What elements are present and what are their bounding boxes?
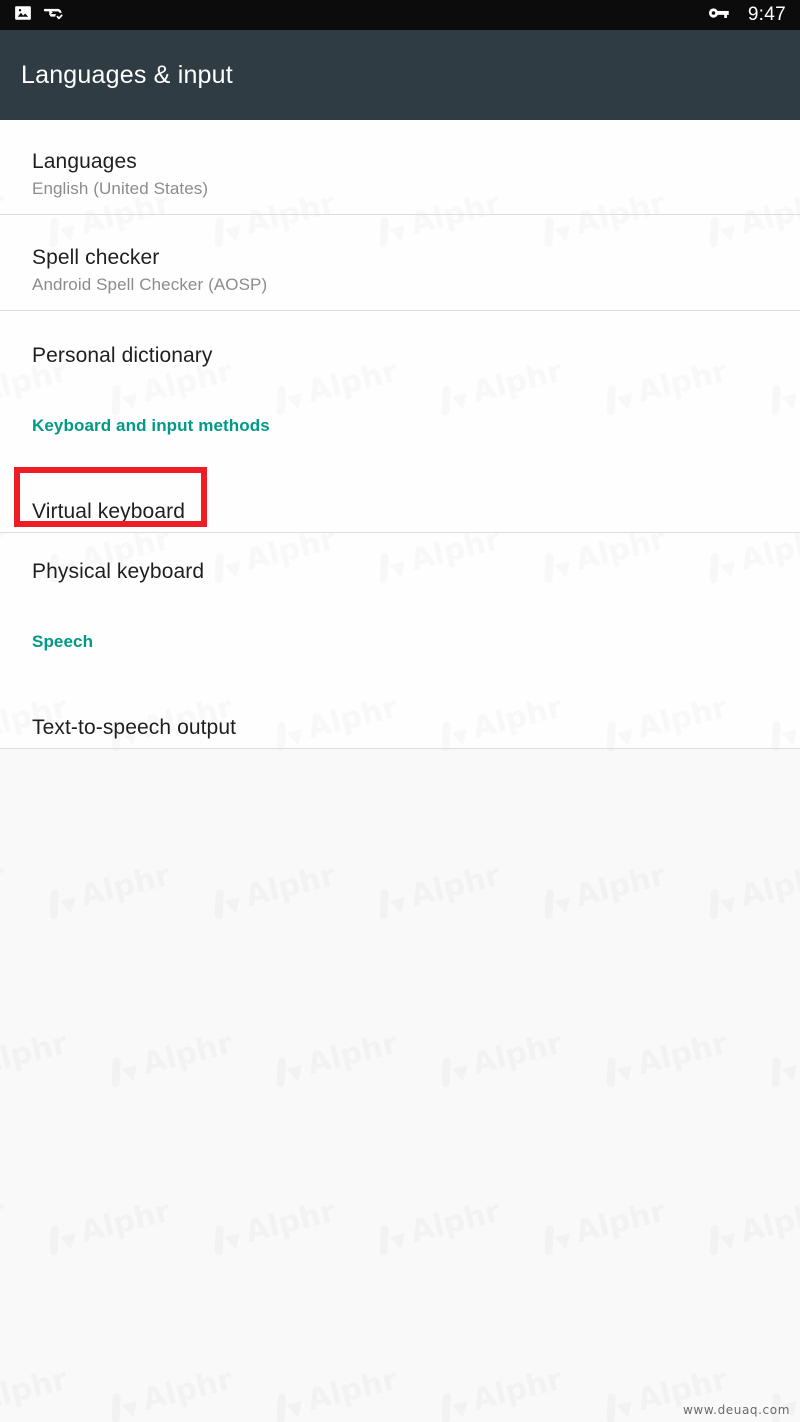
list-item-title: Personal dictionary [32, 344, 213, 367]
list-item-title: Virtual keyboard [32, 500, 185, 523]
status-bar-right-icons: 9:47 [708, 4, 786, 26]
footer-credit: www.deuaq.com [683, 1403, 790, 1417]
list-item-subtitle: English (United States) [32, 178, 209, 198]
divider [0, 310, 800, 311]
android-settings-screen: AlphrAlphrAlphrAlphrAlphrAlphrAlphrAlphr… [0, 0, 800, 1422]
section-header-speech: Speech [32, 632, 94, 651]
list-item-physical-keyboard[interactable]: Physical keyboard [0, 542, 800, 602]
list-item-title: Spell checker [32, 245, 160, 269]
settings-list: Languages English (United States) Spell … [0, 120, 800, 1422]
usb-transfer-icon [43, 4, 65, 27]
divider [0, 532, 800, 533]
list-item-spell-checker[interactable]: Spell checker Android Spell Checker (AOS… [0, 230, 800, 310]
app-bar: Languages & input [0, 30, 800, 120]
list-item-languages[interactable]: Languages English (United States) [0, 134, 800, 214]
section-header-keyboard-and-input-methods: Keyboard and input methods [32, 416, 270, 435]
screenshot-icon [14, 4, 32, 27]
status-bar: 9:47 [0, 0, 800, 30]
list-item-subtitle: Android Spell Checker (AOSP) [32, 274, 268, 294]
list-item-title: Languages [32, 149, 137, 173]
list-item-text-to-speech-output[interactable]: Text-to-speech output [0, 698, 800, 758]
page-title: Languages & input [21, 60, 233, 89]
list-item-personal-dictionary[interactable]: Personal dictionary [0, 326, 800, 386]
list-item-virtual-keyboard[interactable]: Virtual keyboard [0, 482, 800, 542]
vpn-key-icon [708, 5, 730, 26]
status-bar-clock: 9:47 [747, 4, 786, 25]
list-empty-area [0, 748, 800, 1422]
divider [0, 214, 800, 215]
status-bar-left-icons [14, 4, 65, 27]
list-item-title: Text-to-speech output [32, 716, 237, 739]
divider [0, 748, 800, 749]
list-item-title: Physical keyboard [32, 560, 205, 583]
